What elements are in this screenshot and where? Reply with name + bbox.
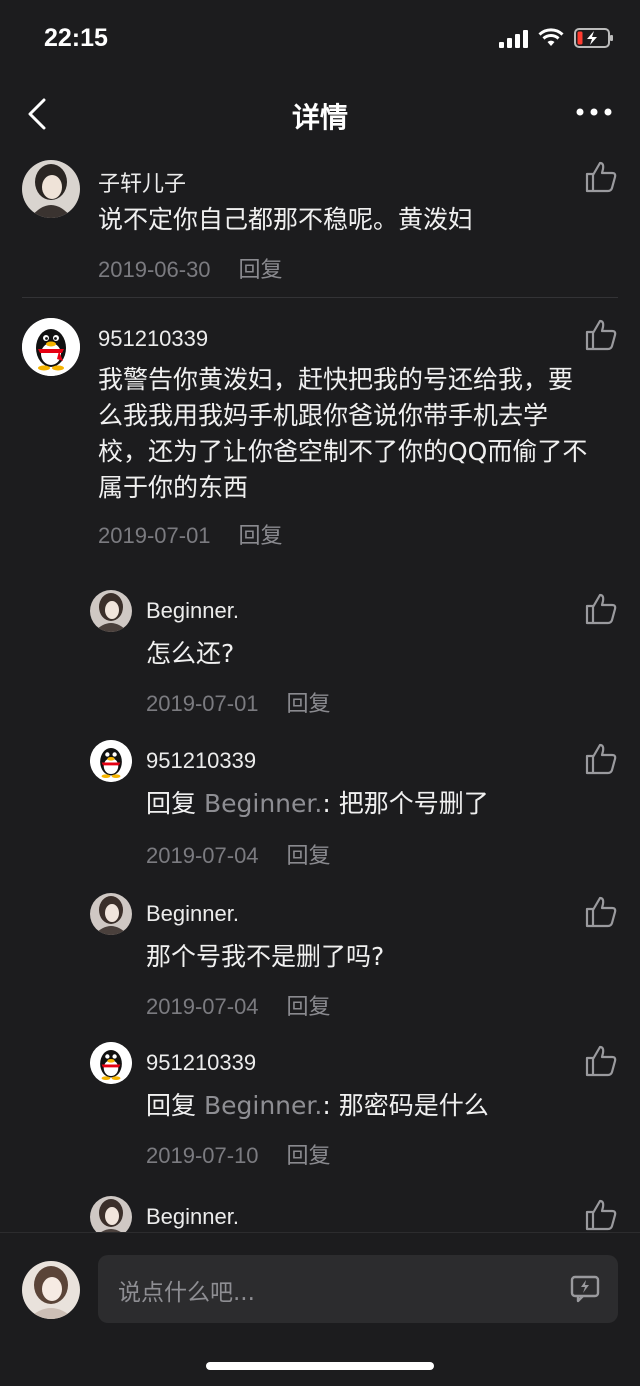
reply-body: : 把那个号删了 xyxy=(322,789,489,818)
reply-text: 怎么还? xyxy=(146,639,235,668)
comment-text: 说不定你自己都那不稳呢。黄泼妇 xyxy=(98,205,474,234)
comment-list: 子轩儿子 说不定你自己都那不稳呢。黄泼妇 2019-06-30 回复 951210 xyxy=(0,150,640,1232)
comment-username[interactable]: 子轩儿子 xyxy=(98,166,186,198)
like-thumb-icon[interactable] xyxy=(584,160,618,194)
user-avatar-qq-penguin[interactable] xyxy=(90,740,132,782)
user-avatar[interactable] xyxy=(22,160,80,218)
status-icons xyxy=(499,28,614,48)
reply-meta: 2019-07-04 回复 xyxy=(146,989,331,1021)
quick-reply-icon[interactable] xyxy=(570,1275,600,1303)
reply-date: 2019-07-01 xyxy=(146,691,259,716)
like-thumb-icon[interactable] xyxy=(584,318,618,352)
user-avatar-qq-penguin[interactable] xyxy=(22,318,80,376)
page-title: 详情 xyxy=(291,101,348,134)
home-indicator xyxy=(206,1362,434,1370)
reply-item: 951210339 回复 Beginner.: 把那个号删了 2019-07-0… xyxy=(0,732,640,872)
reply-button[interactable]: 回复 xyxy=(287,843,331,868)
comment-text: 我警告你黄泼妇，赶快把我的号还给我，要么我我用我妈手机跟你爸说你带手机去学校，还… xyxy=(98,365,588,502)
reply-button[interactable]: 回复 xyxy=(239,257,283,282)
comment-item: 951210339 我警告你黄泼妇，赶快把我的号还给我，要么我我用我妈手机跟你爸… xyxy=(0,310,640,560)
like-thumb-icon[interactable] xyxy=(584,895,618,929)
reply-meta: 2019-07-01 回复 xyxy=(146,686,331,718)
reply-username[interactable]: Beginner. xyxy=(146,598,239,624)
comment-date: 2019-06-30 xyxy=(98,257,211,282)
user-avatar[interactable] xyxy=(90,590,132,632)
comment-input[interactable]: 说点什么吧... xyxy=(98,1255,618,1323)
reply-text: 回复 Beginner.: 那密码是什么 xyxy=(146,1088,489,1124)
battery-charging-icon xyxy=(574,28,613,48)
nav-bar: 详情 xyxy=(0,80,640,150)
reply-button[interactable]: 回复 xyxy=(287,1143,331,1168)
comment-input-placeholder: 说点什么吧... xyxy=(118,1280,255,1306)
reply-item: Beginner. xyxy=(0,1186,640,1232)
status-bar: 22:15 xyxy=(0,0,640,80)
like-thumb-icon[interactable] xyxy=(584,742,618,776)
reply-button[interactable]: 回复 xyxy=(287,691,331,716)
reply-username[interactable]: Beginner. xyxy=(146,901,239,927)
cellular-signal-icon xyxy=(499,28,528,48)
reply-prefix: 回复 xyxy=(146,789,197,818)
user-avatar-qq-penguin[interactable] xyxy=(90,1042,132,1084)
user-avatar[interactable] xyxy=(90,1196,132,1232)
reply-date: 2019-07-04 xyxy=(146,994,259,1019)
reply-username[interactable]: 951210339 xyxy=(146,1050,256,1076)
more-options-icon[interactable] xyxy=(574,102,614,122)
reply-text: 回复 Beginner.: 把那个号删了 xyxy=(146,786,489,822)
comment-meta: 2019-07-01 回复 xyxy=(98,518,283,550)
my-avatar[interactable] xyxy=(22,1261,80,1319)
like-thumb-icon[interactable] xyxy=(584,592,618,626)
reply-item: Beginner. 怎么还? 2019-07-01 回复 xyxy=(0,580,640,720)
reply-meta: 2019-07-04 回复 xyxy=(146,838,331,870)
reply-text: 那个号我不是删了吗? xyxy=(146,942,385,971)
reply-meta: 2019-07-10 回复 xyxy=(146,1138,331,1170)
reply-item: Beginner. 那个号我不是删了吗? 2019-07-04 回复 xyxy=(0,883,640,1023)
user-avatar[interactable] xyxy=(90,893,132,935)
reply-target-name[interactable]: Beginner. xyxy=(204,789,322,818)
reply-username[interactable]: Beginner. xyxy=(146,1204,239,1230)
comment-meta: 2019-06-30 回复 xyxy=(98,252,283,284)
comment-date: 2019-07-01 xyxy=(98,523,211,548)
reply-item: 951210339 回复 Beginner.: 那密码是什么 2019-07-1… xyxy=(0,1034,640,1174)
like-thumb-icon[interactable] xyxy=(584,1044,618,1078)
status-time: 22:15 xyxy=(44,24,108,52)
reply-username[interactable]: 951210339 xyxy=(146,748,256,774)
reply-button[interactable]: 回复 xyxy=(287,994,331,1019)
divider xyxy=(22,297,618,298)
reply-date: 2019-07-04 xyxy=(146,843,259,868)
comment-username[interactable]: 951210339 xyxy=(98,326,208,352)
like-thumb-icon[interactable] xyxy=(584,1198,618,1232)
reply-prefix: 回复 xyxy=(146,1091,197,1120)
reply-body: : 那密码是什么 xyxy=(322,1091,489,1120)
reply-button[interactable]: 回复 xyxy=(239,523,283,548)
comment-item: 子轩儿子 说不定你自己都那不稳呢。黄泼妇 2019-06-30 回复 xyxy=(0,150,640,298)
reply-target-name[interactable]: Beginner. xyxy=(204,1091,322,1120)
wifi-icon xyxy=(538,28,564,46)
reply-date: 2019-07-10 xyxy=(146,1143,259,1168)
